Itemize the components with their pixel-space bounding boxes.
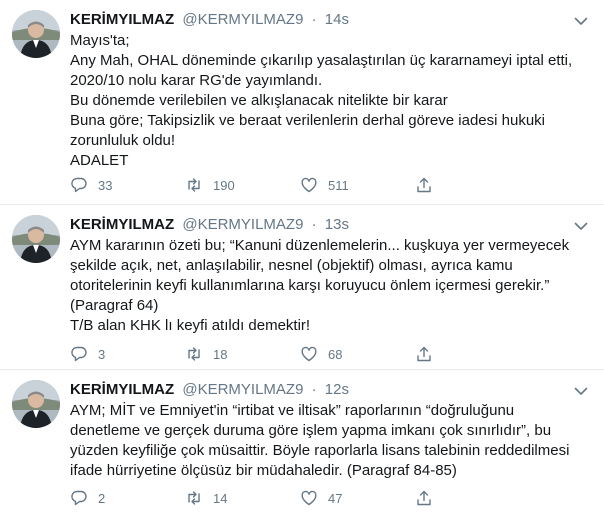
tweet-header: KERİMYILMAZ @KERMYILMAZ9 · 13s	[70, 215, 584, 235]
display-name[interactable]: KERİMYILMAZ	[70, 216, 174, 233]
tweet[interactable]: KERİMYILMAZ @KERMYILMAZ9 · 13s AYM karar…	[0, 205, 604, 370]
tweet-line: AYM kararının özeti bu; “Kanuni düzenlem…	[70, 237, 570, 254]
retweet-count: 14	[213, 490, 228, 506]
avatar[interactable]	[12, 380, 60, 428]
reply-count: 3	[98, 346, 106, 362]
avatar[interactable]	[12, 215, 60, 263]
timestamp[interactable]: 12s	[325, 381, 349, 398]
timestamp[interactable]: 14s	[325, 11, 349, 28]
reply-count: 33	[98, 177, 113, 193]
tweet-actions: 33 190 511	[70, 174, 530, 196]
share-icon	[417, 490, 431, 506]
tweet-line: AYM; MİT ve Emniyet'in “irtibat ve iltis…	[70, 402, 515, 419]
chevron-down-icon[interactable]	[572, 217, 590, 235]
reply-count: 2	[98, 490, 106, 506]
tweet-line: T/B alan KHK lı keyfi atıldı demektir!	[70, 317, 311, 334]
user-handle[interactable]: @KERMYILMAZ9	[182, 11, 303, 28]
like-count: 68	[328, 346, 343, 362]
share-button[interactable]	[415, 345, 530, 363]
retweet-button[interactable]: 14	[185, 489, 300, 507]
tweet[interactable]: KERİMYILMAZ @KERMYILMAZ9 · 14s Mayıs'ta;…	[0, 0, 604, 205]
tweet-actions: 3 18 68	[70, 343, 530, 365]
reply-button[interactable]: 33	[70, 176, 185, 194]
tweet-actions: 2 14 47	[70, 487, 530, 509]
tweet-line: 2020/10 nolu karar RG'de yayımlandı.	[70, 72, 323, 89]
tweet-header: KERİMYILMAZ @KERMYILMAZ9 · 12s	[70, 380, 584, 400]
like-button[interactable]: 68	[300, 345, 415, 363]
avatar-photo	[12, 215, 60, 263]
like-count: 511	[328, 177, 349, 193]
separator-dot: ·	[311, 216, 317, 233]
reply-button[interactable]: 2	[70, 489, 185, 507]
like-icon	[301, 346, 317, 362]
user-handle[interactable]: @KERMYILMAZ9	[182, 216, 303, 233]
avatar-photo	[12, 10, 60, 58]
tweet-line: ifade hürriyetine ölçüsüz bir müdahaledi…	[70, 462, 457, 479]
tweet-thread: KERİMYILMAZ @KERMYILMAZ9 · 14s Mayıs'ta;…	[0, 0, 604, 521]
like-count: 47	[328, 490, 343, 506]
reply-button[interactable]: 3	[70, 345, 185, 363]
share-icon	[417, 177, 431, 193]
like-icon	[301, 490, 317, 506]
retweet-icon	[188, 178, 200, 192]
tweet-text: AYM; MİT ve Emniyet'in “irtibat ve iltis…	[70, 401, 582, 481]
tweet-line: zorunluluk oldu!	[70, 132, 176, 149]
share-button[interactable]	[415, 176, 530, 194]
retweet-button[interactable]: 190	[185, 176, 300, 194]
like-button[interactable]: 511	[300, 176, 415, 194]
tweet-line: otoritelerinin keyfi kullanımlarına karş…	[70, 277, 550, 294]
tweet-line: Buna göre; Takipsizlik ve beraat verilen…	[70, 112, 545, 129]
tweet-line: şekilde açık, net, anlaşılabilir, nesnel…	[70, 257, 513, 274]
tweet-line: (Paragraf 64)	[70, 297, 159, 314]
retweet-button[interactable]: 18	[185, 345, 300, 363]
like-icon	[301, 177, 317, 193]
tweet-text: Mayıs'ta; Any Mah, OHAL döneminde çıkarı…	[70, 31, 582, 171]
tweet-header: KERİMYILMAZ @KERMYILMAZ9 · 14s	[70, 10, 584, 30]
display-name[interactable]: KERİMYILMAZ	[70, 381, 174, 398]
reply-icon	[71, 177, 87, 193]
tweet-line: ADALET	[70, 152, 129, 169]
reply-icon	[71, 346, 87, 362]
tweet-text: AYM kararının özeti bu; “Kanuni düzenlem…	[70, 236, 582, 336]
reply-icon	[71, 490, 87, 506]
retweet-icon	[188, 491, 200, 505]
share-button[interactable]	[415, 489, 530, 507]
separator-dot: ·	[311, 11, 317, 28]
tweet-line: yüzden keyfiliğe çok müsaittir. Böyle ra…	[70, 442, 570, 459]
display-name[interactable]: KERİMYILMAZ	[70, 11, 174, 28]
tweet-line: Bu dönemde verilebilen ve alkışlanacak n…	[70, 92, 448, 109]
avatar-photo	[12, 380, 60, 428]
tweet-line: Mayıs'ta;	[70, 32, 130, 49]
retweet-count: 18	[213, 346, 228, 362]
like-button[interactable]: 47	[300, 489, 415, 507]
separator-dot: ·	[311, 381, 317, 398]
timestamp[interactable]: 13s	[325, 216, 349, 233]
retweet-count: 190	[213, 177, 235, 193]
user-handle[interactable]: @KERMYILMAZ9	[182, 381, 303, 398]
retweet-icon	[188, 347, 200, 361]
tweet-line: denetleme ve gerçek duruma göre işlem ya…	[70, 422, 552, 439]
chevron-down-icon[interactable]	[572, 12, 590, 30]
share-icon	[417, 346, 431, 362]
avatar[interactable]	[12, 10, 60, 58]
tweet-line: Any Mah, OHAL döneminde çıkarılıp yasala…	[70, 52, 573, 69]
chevron-down-icon[interactable]	[572, 382, 590, 400]
tweet[interactable]: KERİMYILMAZ @KERMYILMAZ9 · 12s AYM; MİT …	[0, 370, 604, 521]
